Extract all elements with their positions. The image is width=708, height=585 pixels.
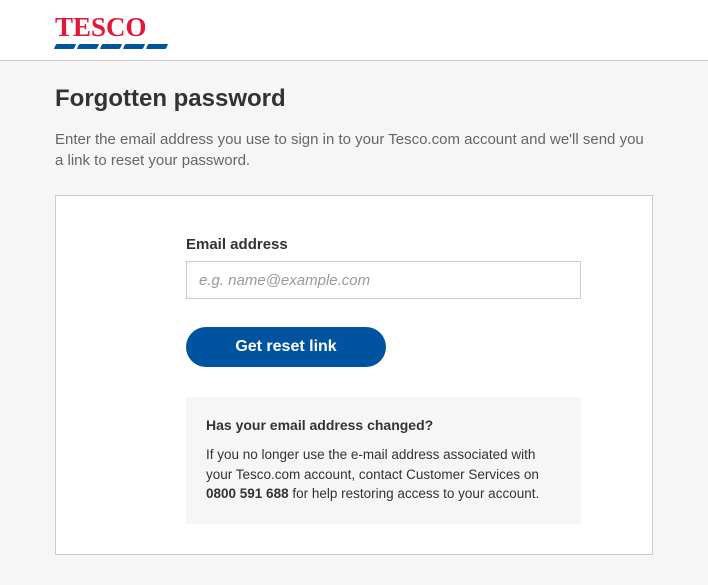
get-reset-link-button[interactable]: Get reset link [186,327,386,367]
help-title: Has your email address changed? [206,417,561,433]
form-panel: Email address Get reset link Has your em… [55,195,653,555]
tesco-logo: TESCO [55,12,167,49]
logo-dashes [55,44,167,49]
email-field[interactable] [186,261,581,299]
help-body-after: for help restoring access to your accoun… [289,486,540,501]
help-phone: 0800 591 688 [206,486,289,501]
help-body-before: If you no longer use the e-mail address … [206,447,539,482]
logo-text: TESCO [55,12,167,43]
page-intro: Enter the email address you use to sign … [55,129,653,171]
page-title: Forgotten password [55,85,653,113]
help-box: Has your email address changed? If you n… [186,397,581,524]
email-label: Email address [186,236,624,253]
help-body: If you no longer use the e-mail address … [206,445,561,504]
